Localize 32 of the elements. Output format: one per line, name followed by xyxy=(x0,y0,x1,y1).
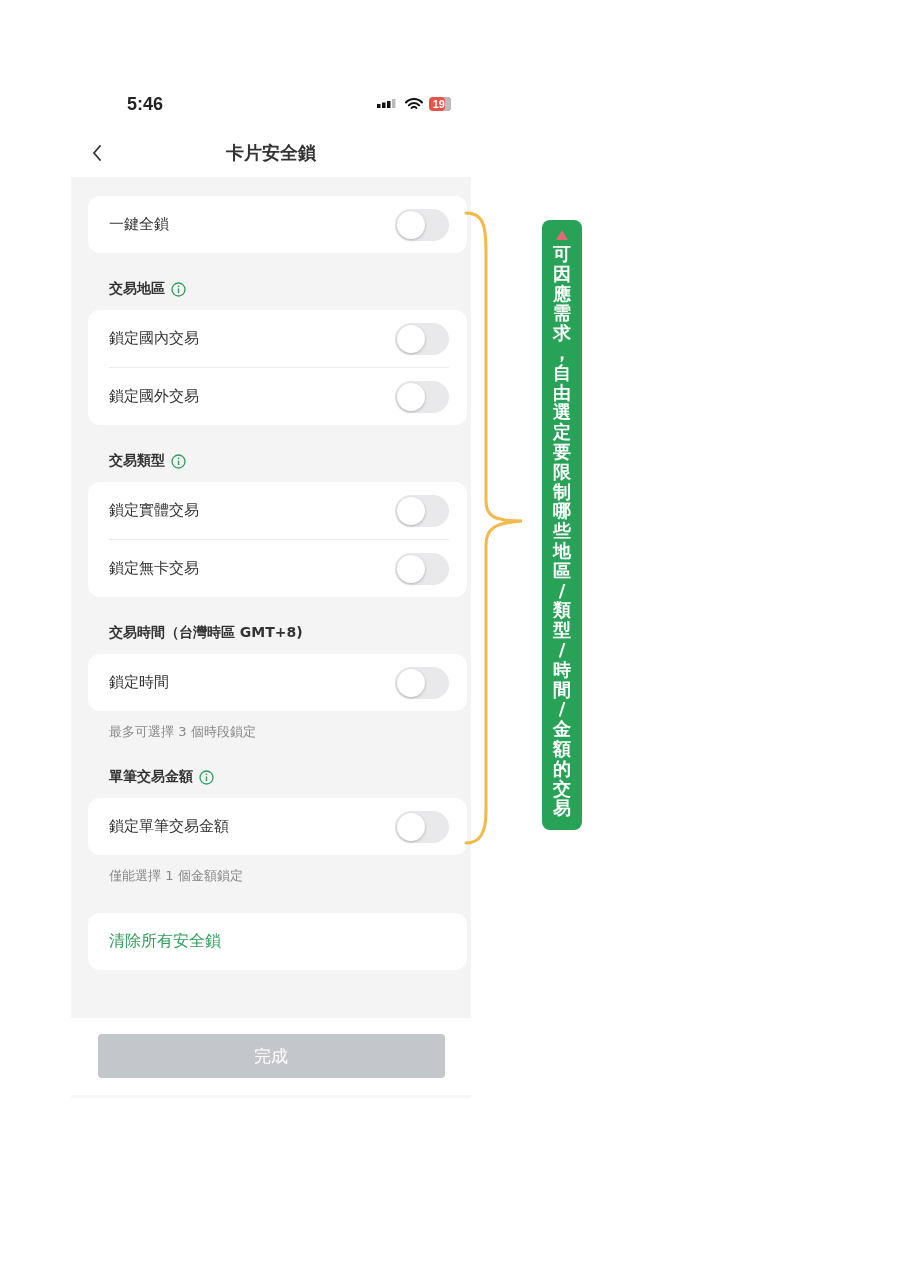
back-icon[interactable] xyxy=(92,145,102,161)
wifi-icon xyxy=(404,97,423,111)
toggle-switch[interactable] xyxy=(395,810,449,843)
signal-icon xyxy=(376,99,399,109)
toggle-switch[interactable] xyxy=(395,494,449,527)
toggle-switch[interactable] xyxy=(395,208,449,241)
info-icon[interactable] xyxy=(171,453,186,469)
toggle-switch[interactable] xyxy=(395,380,449,413)
setting-label: 鎖定單筆交易金額 xyxy=(109,817,229,836)
toggle-switch[interactable] xyxy=(395,552,449,585)
status-time: 5:46 xyxy=(127,93,164,115)
hint-text: 最多可選擇 3 個時段鎖定 xyxy=(109,724,256,739)
info-icon[interactable] xyxy=(171,281,186,297)
section-header: 交易時間（台灣時區 GMT+8) xyxy=(109,624,303,642)
page-title: 卡片安全鎖 xyxy=(226,140,316,165)
setting-label: 鎖定國內交易 xyxy=(109,329,199,348)
section-header: 交易類型 xyxy=(109,452,165,470)
setting-label: 一鍵全鎖 xyxy=(109,215,169,234)
setting-label: 鎖定國外交易 xyxy=(109,387,199,406)
toggle-switch[interactable] xyxy=(395,666,449,699)
hint-text: 僅能選擇 1 個金額鎖定 xyxy=(109,868,243,883)
info-icon[interactable] xyxy=(199,769,214,785)
section-header: 單筆交易金額 xyxy=(109,768,193,786)
setting-label: 鎖定時間 xyxy=(109,673,169,692)
section-header: 交易地區 xyxy=(109,280,165,298)
battery-icon: 19 xyxy=(428,97,451,111)
annotation-text: 可因應需求，自由選定要限制哪些地區/類型/時間/金額的交易 xyxy=(552,244,572,819)
clear-all-button[interactable]: 清除所有安全鎖 xyxy=(88,913,467,970)
triangle-icon xyxy=(556,230,568,240)
setting-label: 鎖定無卡交易 xyxy=(109,559,199,578)
toggle-switch[interactable] xyxy=(395,322,449,355)
setting-label: 鎖定實體交易 xyxy=(109,501,199,520)
